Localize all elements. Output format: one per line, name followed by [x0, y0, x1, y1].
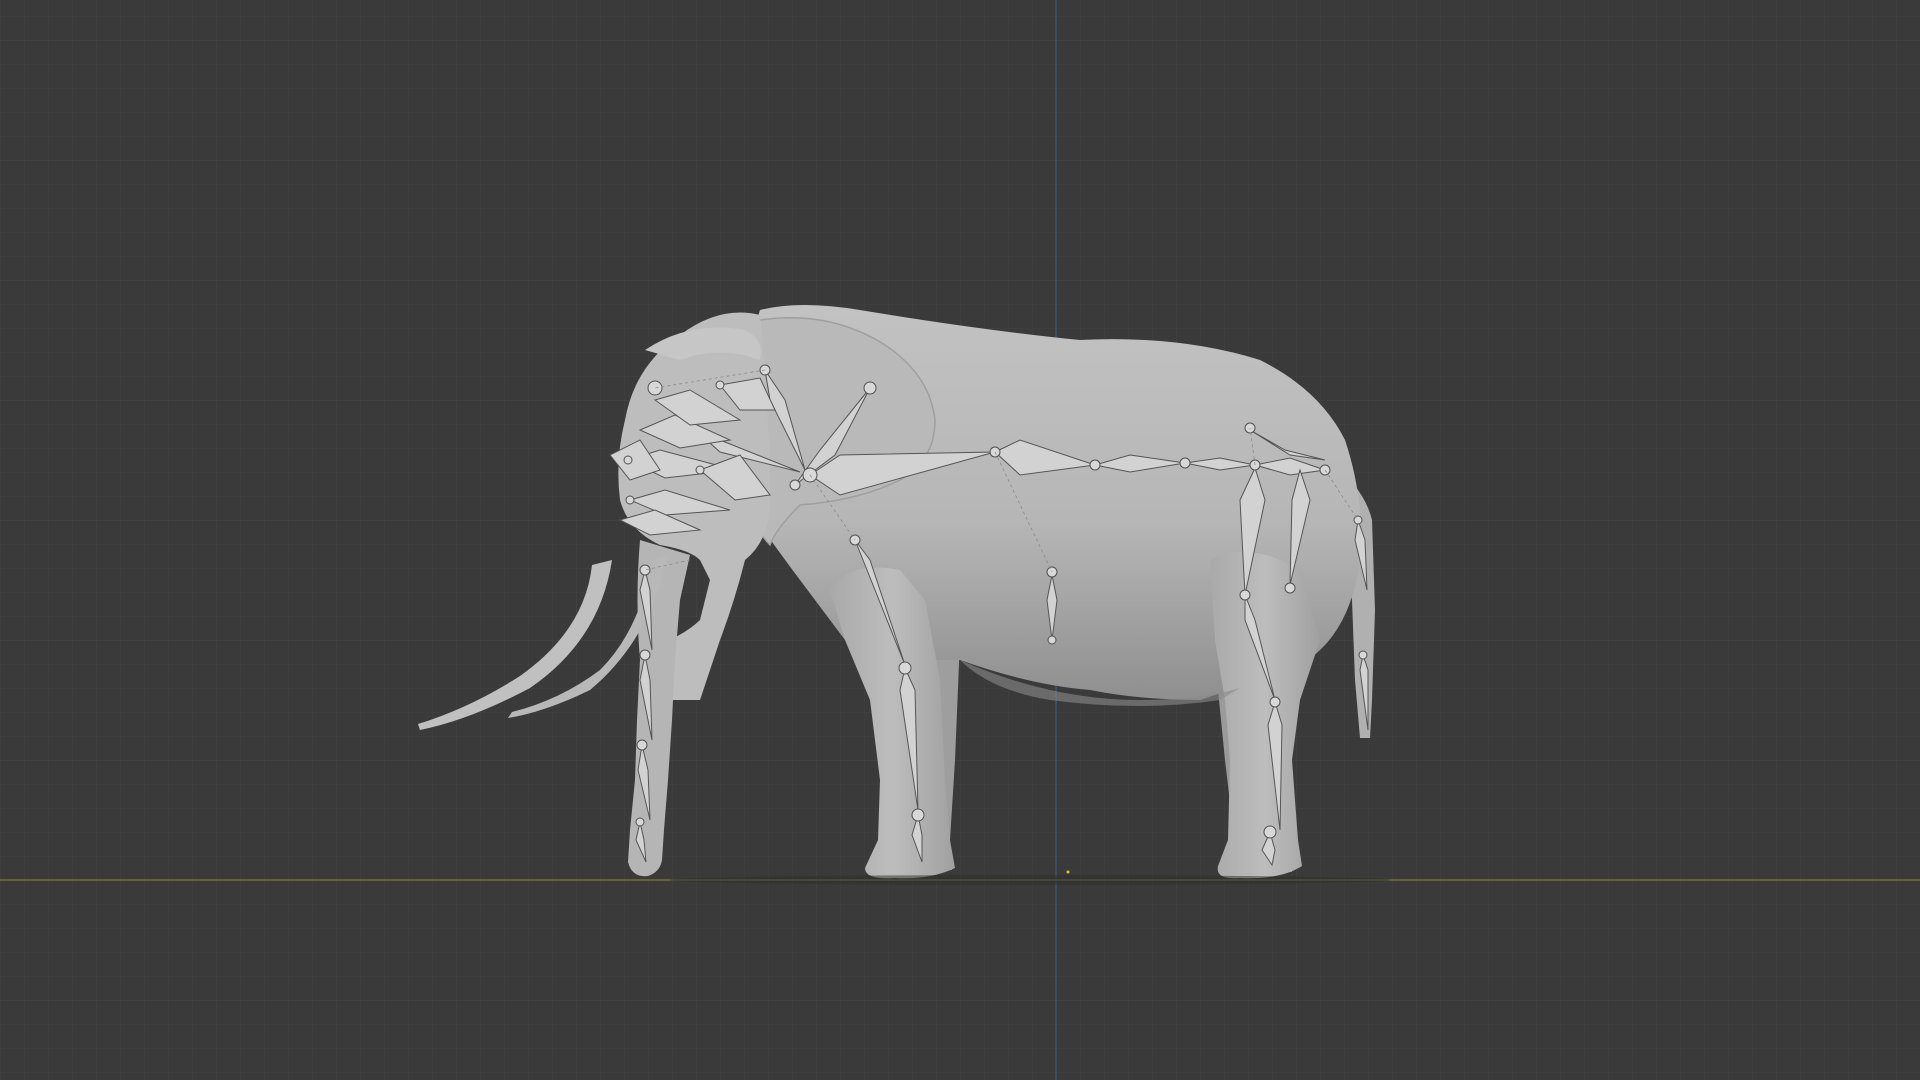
joint-trunk-1	[639, 564, 651, 576]
joint-scapula-end	[1047, 635, 1057, 645]
joint-ankle-front	[911, 808, 925, 822]
joint-tail-1	[1353, 515, 1363, 525]
joint-face-3	[625, 495, 635, 505]
joint-knee-front	[898, 661, 912, 675]
joint-trunk-2	[639, 649, 651, 661]
joint-face-1	[695, 465, 705, 475]
joint-head	[789, 479, 801, 491]
joint-hind-ankle	[1269, 696, 1281, 708]
joint-thigh	[1284, 582, 1296, 594]
joint-face-4	[715, 380, 725, 390]
ground-shadow	[670, 875, 1390, 885]
joint-hind-foot	[1263, 825, 1277, 839]
joint-face-2	[623, 455, 633, 465]
joint-tail-2	[1358, 650, 1368, 660]
joint-head-top	[863, 381, 877, 395]
joint-spine	[1089, 459, 1101, 471]
joint-hind-knee	[1239, 589, 1251, 601]
viewport-canvas[interactable]	[0, 0, 1920, 1080]
joint-skull	[647, 380, 663, 396]
3d-viewport[interactable]	[0, 0, 1920, 1080]
joint-spine-2	[1179, 457, 1191, 469]
object-origin-marker	[1066, 870, 1070, 874]
joint-trunk-4	[635, 817, 645, 827]
joint-trunk-3	[636, 739, 648, 751]
